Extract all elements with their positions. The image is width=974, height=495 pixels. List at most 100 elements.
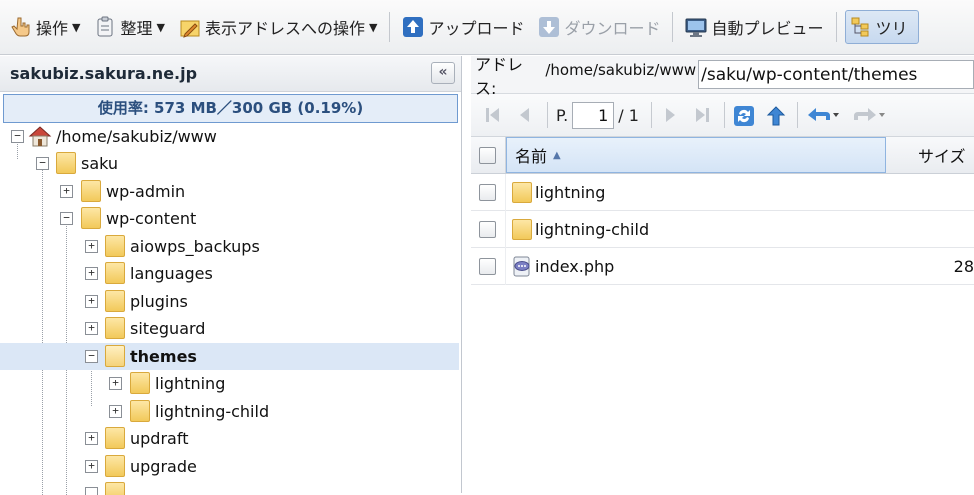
- collapse-toggle[interactable]: −: [85, 350, 98, 363]
- tree-node-label: /home/sakubiz/www: [56, 127, 217, 146]
- organize-menu-button[interactable]: 整理 ▼: [90, 10, 168, 44]
- folder-icon: [130, 400, 150, 422]
- expand-toggle[interactable]: [85, 487, 98, 495]
- page-total: / 1: [618, 105, 639, 125]
- operations-menu-button[interactable]: 操作 ▼: [6, 10, 84, 44]
- download-button[interactable]: ダウンロード: [534, 10, 664, 44]
- disk-usage-bar: 使用率: 573 MB／300 GB (0.19%): [3, 94, 458, 123]
- folder-tree-panel: sakubiz.sakura.ne.jp « 使用率: 573 MB／300 G…: [0, 56, 462, 495]
- clipboard-icon: [94, 16, 116, 38]
- row-checkbox[interactable]: [479, 183, 496, 201]
- page-number-input[interactable]: [572, 101, 615, 129]
- address-input[interactable]: [698, 60, 974, 89]
- tree-node-siteguard[interactable]: + siteguard: [0, 315, 459, 342]
- tree-node-aiowps-backups[interactable]: + aiowps_backups: [0, 233, 459, 260]
- tree-node-themes[interactable]: − themes: [0, 343, 459, 370]
- collapse-toggle[interactable]: −: [60, 212, 73, 225]
- address-prefix: /home/sakubiz/www: [545, 60, 697, 79]
- address-ops-menu-button[interactable]: 表示アドレスへの操作 ▼: [175, 10, 381, 44]
- address-ops-label: 表示アドレスへの操作: [204, 19, 365, 38]
- collapse-panel-button[interactable]: «: [431, 62, 455, 84]
- expand-toggle[interactable]: +: [85, 240, 98, 253]
- expand-toggle[interactable]: +: [85, 295, 98, 308]
- file-row-index-php[interactable]: index.php 28: [471, 247, 974, 285]
- address-label: アドレス:: [475, 54, 524, 98]
- download-label: ダウンロード: [564, 19, 661, 38]
- disk-usage-text: 使用率: 573 MB／300 GB (0.19%): [97, 99, 364, 117]
- tree-node-label: wp-admin: [106, 182, 186, 201]
- folder-icon: [105, 235, 125, 257]
- chevron-down-icon: ▼: [72, 20, 81, 34]
- size-column-header[interactable]: サイズ: [886, 137, 974, 173]
- forward-arrow-icon[interactable]: [852, 105, 886, 125]
- next-page-icon[interactable]: [660, 105, 680, 125]
- tree-label: ツリ: [875, 19, 908, 38]
- previous-page-icon[interactable]: [515, 105, 535, 125]
- tree-node-wp-admin[interactable]: + wp-admin: [0, 178, 459, 205]
- folder-tree: − /home/sakubiz/www − saku + wp-admin − …: [0, 123, 461, 495]
- file-row-lightning[interactable]: lightning: [471, 173, 974, 211]
- sort-ascending-icon: ▲: [553, 149, 561, 161]
- tree-node-wp-content[interactable]: − wp-content: [0, 205, 459, 232]
- tree-view-toggle[interactable]: ツリ: [844, 10, 919, 44]
- expand-toggle[interactable]: +: [60, 185, 73, 198]
- size-column-label: サイズ: [918, 147, 966, 166]
- expand-toggle[interactable]: +: [109, 377, 122, 390]
- up-level-icon[interactable]: [765, 105, 786, 126]
- folder-icon: [105, 427, 125, 449]
- upload-button[interactable]: アップロード: [398, 10, 528, 44]
- name-column-header[interactable]: 名前 ▲: [506, 137, 886, 173]
- back-arrow-icon[interactable]: [806, 105, 840, 125]
- collapse-toggle[interactable]: −: [11, 130, 24, 143]
- tree-node-label: upgrade: [130, 457, 197, 476]
- expand-toggle[interactable]: +: [109, 405, 122, 418]
- folder-icon: [105, 482, 125, 495]
- hand-pointer-icon: [10, 16, 32, 38]
- row-check-cell: [471, 247, 506, 285]
- select-all-checkbox[interactable]: [479, 147, 496, 164]
- home-icon: [28, 124, 52, 152]
- toolbar-divider: [672, 12, 674, 42]
- tree-node-lightning-child[interactable]: + lightning-child: [0, 398, 459, 425]
- tree-node-root[interactable]: − /home/sakubiz/www: [0, 123, 459, 150]
- tree-node-upgrade[interactable]: + upgrade: [0, 453, 459, 480]
- tree-node-plugins[interactable]: + plugins: [0, 288, 459, 315]
- toolbar-divider: [835, 12, 837, 42]
- tree-node-saku[interactable]: − saku: [0, 150, 459, 177]
- host-header: sakubiz.sakura.ne.jp «: [0, 56, 461, 92]
- row-check-cell: [471, 173, 506, 211]
- expand-toggle[interactable]: +: [85, 460, 98, 473]
- expand-toggle[interactable]: +: [85, 432, 98, 445]
- first-page-icon[interactable]: [483, 105, 503, 125]
- address-bar: アドレス: /home/sakubiz/www: [471, 55, 974, 98]
- tree-node-lightning[interactable]: + lightning: [0, 370, 459, 397]
- file-name: index.php: [535, 256, 615, 276]
- folder-icon: [81, 207, 101, 229]
- tree-node-updraft[interactable]: + updraft: [0, 425, 459, 452]
- pager-divider: [650, 102, 652, 128]
- php-file-icon: [512, 256, 532, 277]
- organize-label: 整理: [120, 19, 153, 38]
- auto-preview-button[interactable]: 自動プレビュー: [681, 10, 827, 44]
- tree-node-languages[interactable]: + languages: [0, 260, 459, 287]
- file-row-lightning-child[interactable]: lightning-child: [471, 210, 974, 248]
- pagination-toolbar: P. / 1: [471, 94, 974, 137]
- refresh-icon[interactable]: [733, 105, 754, 126]
- folder-edit-icon: [179, 16, 201, 38]
- chevron-down-icon: ▼: [156, 20, 165, 34]
- folder-icon: [512, 182, 532, 203]
- open-folder-icon: [105, 345, 125, 367]
- file-list-panel: アドレス: /home/sakubiz/www P. / 1: [471, 55, 974, 493]
- row-check-cell: [471, 210, 506, 248]
- last-page-icon[interactable]: [692, 105, 712, 125]
- row-checkbox[interactable]: [479, 220, 496, 238]
- row-checkbox[interactable]: [479, 257, 496, 275]
- collapse-toggle[interactable]: −: [36, 157, 49, 170]
- file-size: 28: [953, 256, 974, 276]
- tree-node-label: siteguard: [130, 319, 206, 338]
- file-name: lightning-child: [535, 219, 650, 239]
- tree-node-label: themes: [130, 347, 197, 366]
- expand-toggle[interactable]: +: [85, 322, 98, 335]
- expand-toggle[interactable]: +: [85, 267, 98, 280]
- folder-icon: [81, 180, 101, 202]
